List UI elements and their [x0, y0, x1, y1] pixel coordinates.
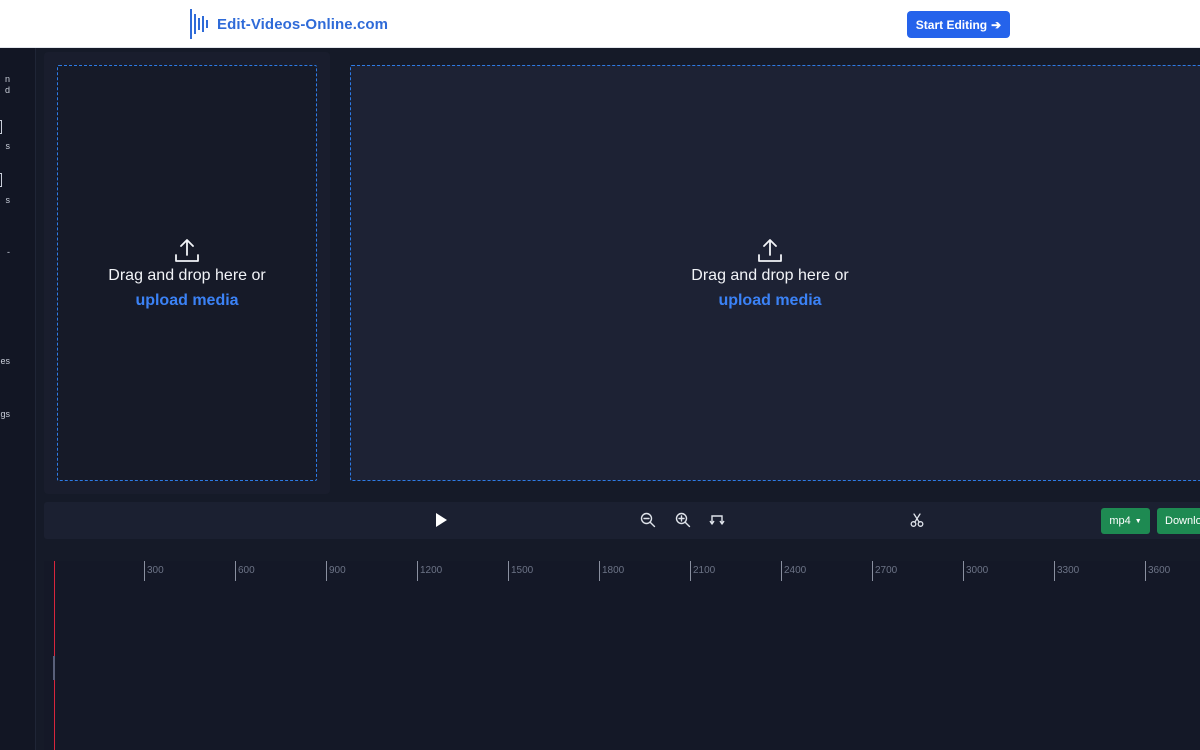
zoom-out-button[interactable] — [637, 509, 659, 531]
play-icon — [436, 513, 447, 527]
preview-drop-content: Drag and drop here or upload media — [691, 237, 849, 310]
timeline-tick: 3300 — [1054, 561, 1114, 581]
timeline-ruler: 300 600 900 1200 1500 1800 2100 2400 2700 3000 330… — [44, 561, 1200, 585]
format-label: mp4 — [1109, 515, 1131, 527]
track-resize-handle[interactable] — [53, 656, 55, 680]
waveform-logo-icon — [190, 9, 208, 39]
editor-toolbar: mp4 ▼ Downlo — [44, 502, 1200, 539]
sidebar-item-settings[interactable]: gs — [0, 409, 10, 420]
scissors-icon — [910, 513, 924, 527]
caret-down-icon: ▼ — [1134, 517, 1142, 525]
download-button[interactable]: Downlo — [1157, 508, 1200, 534]
cut-button[interactable] — [906, 509, 928, 531]
timeline-tick: 600 — [235, 561, 295, 581]
fit-timeline-button[interactable] — [706, 509, 728, 531]
zoom-in-icon — [675, 512, 691, 528]
timeline-tick: 300 — [144, 561, 204, 581]
timeline-tick: 3000 — [963, 561, 1023, 581]
sidebar-item-shapes[interactable]: es — [0, 356, 10, 367]
timeline-tick: 1200 — [417, 561, 477, 581]
preview-drop-text: Drag and drop here or — [691, 266, 849, 284]
sidebar-item-audio[interactable]: - — [0, 247, 10, 258]
logo-text: Edit-Videos-Online.com — [217, 15, 389, 33]
timeline-tick: 3600 — [1145, 561, 1200, 581]
start-editing-button[interactable]: Start Editing ➔ — [907, 11, 1010, 38]
timeline-tick: 2400 — [781, 561, 841, 581]
top-header: Edit-Videos-Online.com Start Editing ➔ — [0, 0, 1200, 48]
left-sidebar: n d s s - es gs — [0, 48, 36, 750]
media-upload-link[interactable]: upload media — [135, 292, 238, 310]
download-label: Downlo — [1165, 515, 1200, 527]
start-editing-label: Start Editing — [915, 17, 988, 32]
format-dropdown[interactable]: mp4 ▼ — [1101, 508, 1150, 534]
fit-icon — [709, 515, 725, 525]
arrow-right-icon: ➔ — [991, 17, 1002, 32]
preview-upload-link[interactable]: upload media — [718, 292, 821, 310]
timeline-tick: 1800 — [599, 561, 659, 581]
zoom-out-icon — [640, 512, 656, 528]
timeline-tick: 1500 — [508, 561, 568, 581]
media-panel: Drag and drop here or upload media — [44, 52, 330, 494]
media-drop-text: Drag and drop here or — [108, 266, 266, 284]
timeline-tick: 2700 — [872, 561, 932, 581]
timeline[interactable]: 300 600 900 1200 1500 1800 2100 2400 2700 3000 330… — [44, 561, 1200, 750]
upload-icon — [175, 238, 199, 262]
sidebar-item-text[interactable]: s — [0, 141, 11, 152]
site-logo[interactable]: Edit-Videos-Online.com — [189, 8, 388, 40]
sidebar-item-images[interactable]: s — [0, 195, 11, 206]
zoom-in-button[interactable] — [672, 509, 694, 531]
play-button[interactable] — [430, 509, 452, 531]
media-drop-zone[interactable]: Drag and drop here or upload media — [57, 65, 317, 481]
upload-icon — [758, 238, 782, 262]
images-icon — [0, 173, 2, 187]
sidebar-item-upload[interactable]: n d — [0, 74, 10, 96]
timeline-tick: 900 — [326, 561, 386, 581]
timeline-tick: 2100 — [690, 561, 750, 581]
preview-drop-zone[interactable]: Drag and drop here or upload media — [350, 65, 1200, 481]
text-icon — [0, 120, 2, 134]
